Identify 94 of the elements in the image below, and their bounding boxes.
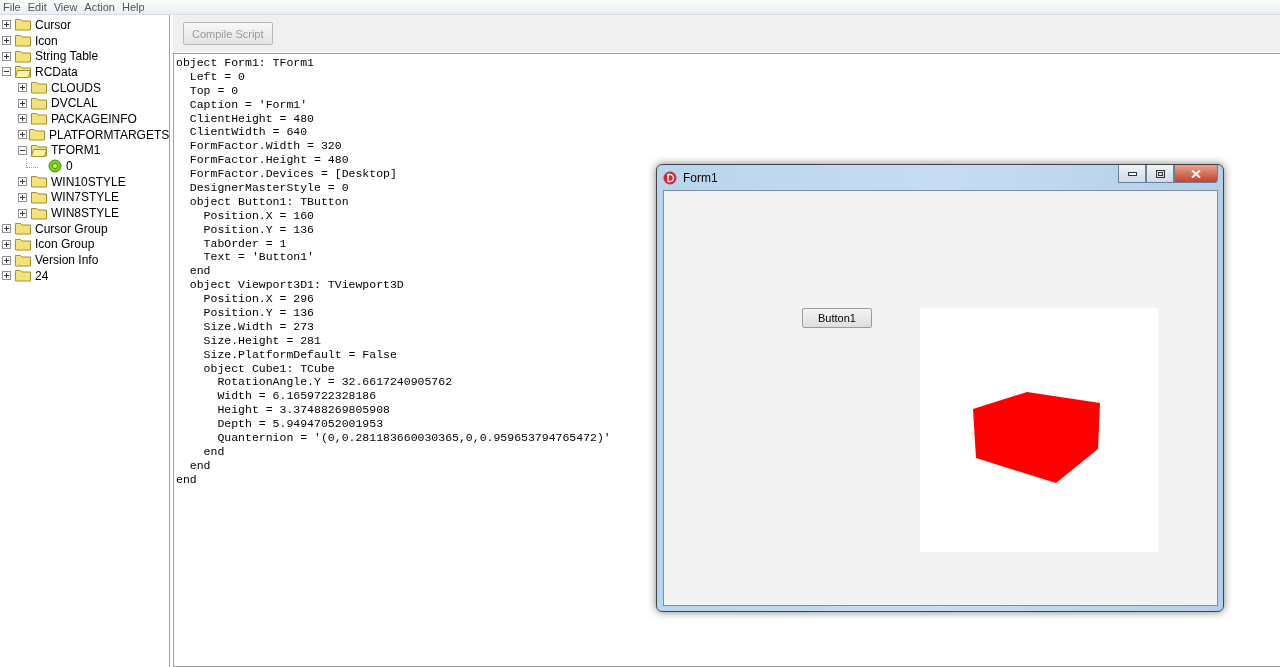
- code-line: Position.X = 160: [202, 208, 315, 223]
- open-folder-icon: [15, 65, 31, 79]
- expand-toggle[interactable]: [2, 36, 13, 46]
- close-button[interactable]: [1174, 165, 1218, 183]
- tree-item[interactable]: PLATFORMTARGETS: [47, 127, 172, 142]
- folder-icon: [15, 222, 31, 236]
- code-line: object Cube1: TCube: [202, 361, 335, 376]
- expand-toggle[interactable]: [2, 271, 13, 281]
- code-line: FormFactor.Height = 480: [188, 153, 349, 168]
- maximize-button[interactable]: [1146, 165, 1174, 183]
- folder-icon: [31, 112, 47, 126]
- expand-toggle[interactable]: [18, 98, 29, 108]
- code-line: end: [188, 458, 211, 473]
- minimize-button[interactable]: [1118, 165, 1146, 183]
- code-line: Top = 0: [188, 83, 239, 98]
- menu-item[interactable]: Edit: [24, 1, 51, 13]
- tree-item[interactable]: RCData: [33, 64, 80, 79]
- code-line: Position.X = 296: [202, 292, 315, 307]
- folder-icon: [31, 190, 47, 204]
- code-line: Depth = 5.94947052001953: [216, 417, 384, 432]
- tree-item[interactable]: CLOUDS: [49, 80, 103, 95]
- code-line: ClientWidth = 640: [188, 125, 308, 140]
- expand-toggle[interactable]: [2, 255, 13, 265]
- code-line: TabOrder = 1: [202, 236, 287, 251]
- code-line: end: [176, 472, 197, 487]
- expand-toggle[interactable]: [18, 208, 29, 218]
- collapse-toggle[interactable]: [2, 67, 13, 77]
- code-line: Position.Y = 136: [202, 306, 315, 320]
- tree-item[interactable]: DVCLAL: [49, 96, 100, 111]
- folder-icon: [31, 206, 47, 220]
- expand-toggle[interactable]: [2, 51, 13, 61]
- menu-item[interactable]: File: [0, 1, 25, 13]
- tree-item[interactable]: WIN7STYLE: [49, 190, 121, 205]
- folder-icon: [29, 128, 45, 142]
- code-line: Caption = 'Form1': [188, 97, 308, 112]
- expand-toggle[interactable]: [18, 177, 29, 187]
- expand-toggle[interactable]: [2, 239, 13, 249]
- window-title: Form1: [683, 170, 718, 185]
- code-line: object Form1: TForm1: [176, 56, 315, 70]
- code-line: RotationAngle.Y = 32.6617240905762: [216, 375, 453, 390]
- code-line: Quanternion = '(0,0.281183660030365,0,0.959653794765472)': [216, 431, 611, 445]
- tree-item[interactable]: Version Info: [33, 253, 101, 268]
- form-button[interactable]: Button1: [802, 308, 872, 328]
- code-line: end: [188, 264, 211, 279]
- code-line: Size.Width = 273: [202, 319, 315, 334]
- collapse-toggle[interactable]: [18, 145, 29, 155]
- code-line: Text = 'Button1': [202, 250, 315, 265]
- minimize-icon: [1127, 171, 1137, 176]
- code-line: Width = 6.1659722328186: [216, 389, 377, 404]
- tree-item[interactable]: 0: [64, 159, 75, 174]
- tree-item[interactable]: PACKAGEINFO: [49, 111, 139, 126]
- tree-item[interactable]: Cursor Group: [33, 221, 110, 236]
- code-line: FormFactor.Width = 320: [188, 139, 342, 154]
- code-line: Size.PlatformDefault = False: [202, 347, 397, 362]
- code-line: end: [202, 444, 225, 459]
- code-line: Height = 3.37488269805908: [216, 403, 390, 418]
- folder-icon: [15, 18, 31, 32]
- expand-toggle[interactable]: [2, 224, 13, 234]
- tree-item[interactable]: TFORM1: [49, 143, 103, 158]
- folder-icon: [31, 96, 47, 110]
- code-line: object Viewport3D1: TViewport3D: [188, 278, 404, 293]
- code-line: object Button1: TButton: [188, 194, 349, 209]
- open-folder-icon: [31, 143, 47, 157]
- folder-icon: [15, 49, 31, 63]
- expand-toggle[interactable]: [2, 20, 13, 30]
- menu-item[interactable]: Action: [81, 1, 119, 13]
- tree-item[interactable]: Icon Group: [33, 237, 97, 252]
- code-line: FormFactor.Devices = [Desktop]: [188, 167, 397, 181]
- code-line: DesignerMasterStyle = 0: [188, 181, 349, 195]
- code-line: Left = 0: [188, 69, 245, 84]
- tree-item[interactable]: Icon: [33, 33, 60, 48]
- tree-item[interactable]: Cursor: [33, 17, 73, 32]
- folder-icon: [15, 237, 31, 251]
- tree-item[interactable]: WIN8STYLE: [49, 206, 121, 221]
- tree-item[interactable]: String Table: [33, 49, 101, 64]
- app-logo-icon: [663, 170, 677, 185]
- code-line: ClientHeight = 480: [188, 111, 315, 126]
- folder-icon: [31, 81, 47, 95]
- folder-icon: [15, 269, 31, 283]
- expand-toggle[interactable]: [18, 114, 29, 124]
- menu-item[interactable]: Help: [118, 1, 149, 13]
- expand-toggle[interactable]: [18, 192, 29, 202]
- code-line: Position.Y = 136: [202, 222, 315, 237]
- close-icon: [1191, 169, 1201, 178]
- expand-toggle[interactable]: [18, 83, 29, 93]
- expand-toggle[interactable]: [18, 130, 27, 140]
- folder-icon: [15, 34, 31, 48]
- tree-item[interactable]: WIN10STYLE: [49, 174, 128, 189]
- tree-item[interactable]: 24: [33, 268, 51, 283]
- menu-item[interactable]: View: [50, 1, 82, 13]
- maximize-icon: [1155, 169, 1165, 178]
- folder-icon: [31, 175, 47, 189]
- folder-icon: [15, 253, 31, 267]
- code-line: Size.Height = 281: [202, 333, 321, 348]
